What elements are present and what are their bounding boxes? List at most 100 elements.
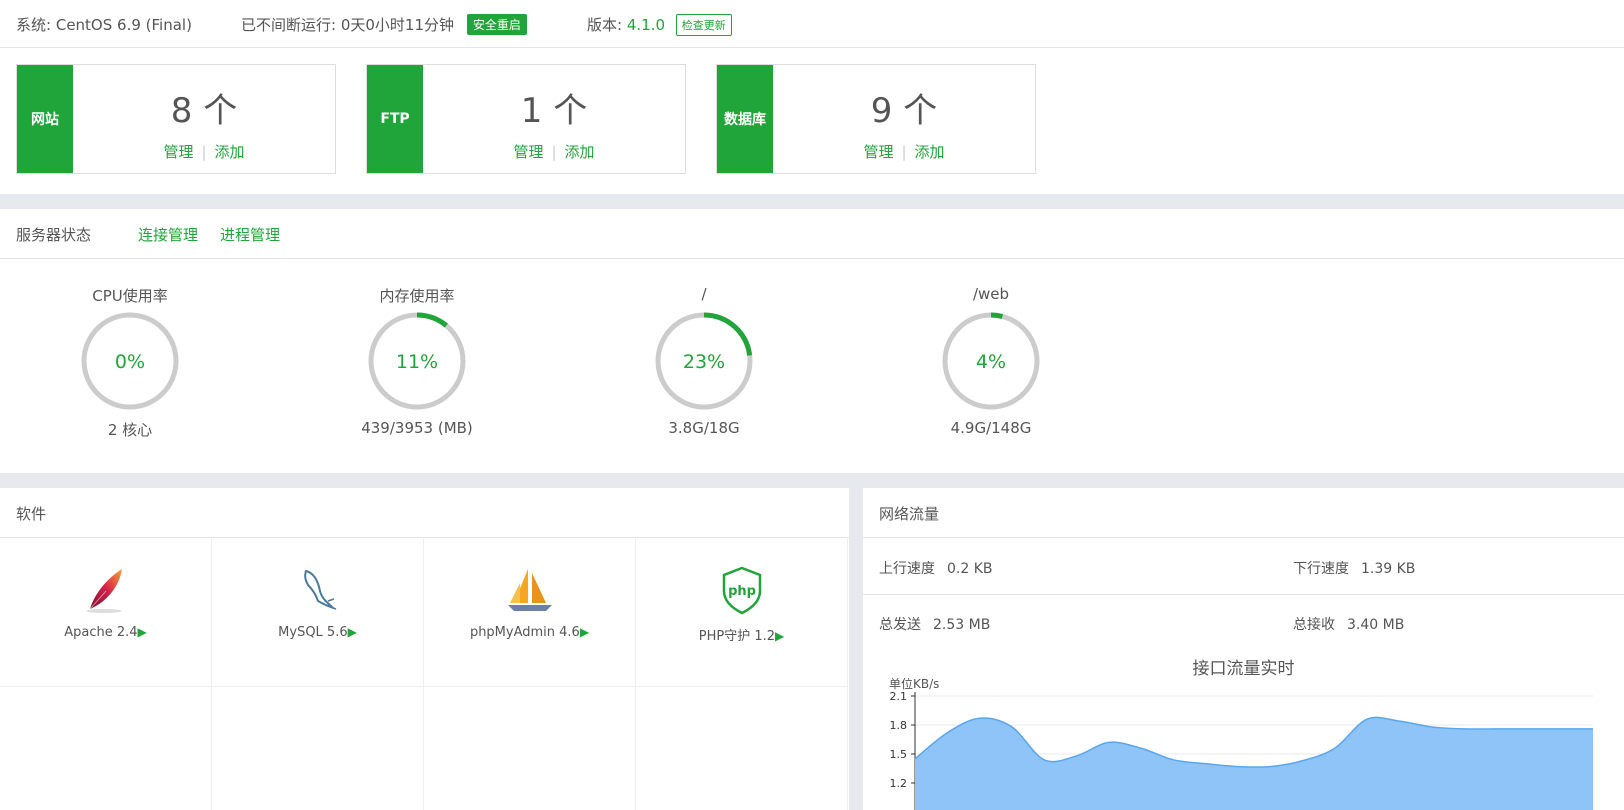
stat-count: 9 个 [870, 91, 938, 131]
system-label: 系统: [16, 16, 52, 34]
play-arrow-icon: ▶ [775, 629, 785, 643]
network-speed-row: 上行速度 0.2 KB 下行速度 1.39 KB [863, 539, 1624, 595]
software-item-apache[interactable]: Apache 2.4▶ [0, 539, 212, 687]
gauge-ring: 11% [368, 312, 466, 410]
disk-root-gauge: / 23% 3.8G/18G [614, 285, 794, 437]
uptime-info: 已不间断运行: 0天0小时11分钟 安全重启 [241, 14, 527, 35]
stat-card-website: 网站 8 个 管理 | 添加 [16, 64, 336, 174]
cpu-gauge: CPU使用率 0% 2 核心 [40, 285, 220, 440]
total-sent-value: 2.53 MB [933, 617, 991, 633]
add-website-link[interactable]: 添加 [215, 143, 245, 161]
gauge-ring: 23% [655, 312, 753, 410]
stat-panel: 网站 8 个 管理 | 添加 FTP 1 个 管理 | 添加 数据库 9 个 管理 | 添加 [0, 48, 1624, 194]
stat-count: 1 个 [520, 91, 588, 131]
system-info-bar: 系统: CentOS 6.9 (Final) 已不间断运行: 0天0小时11分钟… [0, 0, 1624, 48]
play-arrow-icon: ▶ [579, 625, 590, 639]
traffic-chart: 单位KB/s1.21.51.82.1 [889, 678, 1593, 810]
total-sent: 总发送 2.53 MB [879, 617, 991, 633]
play-arrow-icon: ▶ [137, 625, 147, 639]
software-header: 软件 [0, 488, 849, 538]
software-panel: 软件 Apache 2.4▶ MySQL 5.6▶ phpMyAdmin 4.6… [0, 488, 849, 810]
stat-card-ftp: FTP 1 个 管理 | 添加 [366, 64, 686, 174]
gauge-value: 23% [683, 351, 725, 373]
upload-speed-value: 0.2 KB [947, 561, 993, 577]
network-title: 网络流量 [879, 505, 940, 523]
software-slot-empty [212, 687, 424, 810]
version-label: 版本: [587, 16, 623, 34]
y-tick-label: 2.1 [890, 690, 908, 703]
gauge-ring: 4% [942, 312, 1040, 410]
stat-links: 管理 | 添加 [423, 141, 685, 162]
stat-count: 8 个 [170, 91, 238, 131]
gauge-value: 4% [976, 351, 1006, 373]
upload-speed: 上行速度 0.2 KB [879, 561, 993, 577]
network-total-row: 总发送 2.53 MB 总接收 3.40 MB [863, 595, 1624, 651]
network-panel: 网络流量 上行速度 0.2 KB 下行速度 1.39 KB 总发送 2.53 MB 总… [863, 488, 1624, 810]
gauge-label: / [701, 285, 707, 303]
link-separator: | [901, 143, 907, 161]
software-label: phpMyAdmin 4.6▶ [469, 625, 590, 640]
system-value: CentOS 6.9 (Final) [55, 16, 192, 34]
gauge-value: 11% [396, 351, 438, 373]
software-label: MySQL 5.6▶ [278, 625, 357, 640]
link-separator: | [201, 143, 207, 161]
link-separator: | [551, 143, 557, 161]
version-value: 4.1.0 [626, 16, 666, 34]
manage-website-link[interactable]: 管理 [163, 143, 193, 161]
uptime-value: 0天0小时11分钟 [340, 16, 455, 34]
gauge-label: CPU使用率 [92, 287, 168, 305]
gauge-sub: 4.9G/148G [950, 419, 1032, 437]
software-item-phpmyadmin[interactable]: phpMyAdmin 4.6▶ [424, 539, 636, 687]
download-speed: 下行速度 1.39 KB [1293, 561, 1416, 577]
gauge-sub: 2 核心 [107, 421, 153, 439]
gauge-sub: 439/3953 (MB) [361, 419, 473, 437]
phpmyadmin-sailboat-icon [500, 565, 560, 615]
software-slot-empty [424, 687, 636, 810]
stat-card-label: 网站 [17, 65, 73, 173]
network-header: 网络流量 [863, 488, 1624, 538]
gauge-sub: 3.8G/18G [668, 419, 740, 437]
mysql-dolphin-icon [288, 565, 348, 615]
apache-feather-icon [76, 565, 136, 615]
server-status-title: 服务器状态 [16, 226, 92, 244]
manage-database-link[interactable]: 管理 [863, 143, 893, 161]
software-title: 软件 [16, 505, 47, 523]
software-slot-empty [0, 687, 212, 810]
safe-restart-button[interactable]: 安全重启 [466, 14, 527, 35]
stat-card-label: 数据库 [717, 65, 773, 173]
server-status-panel: 服务器状态 连接管理 进程管理 CPU使用率 0% 2 核心 内存使用率 11%… [0, 209, 1624, 473]
gauge-ring: 0% [81, 312, 179, 410]
stat-card-database: 数据库 9 个 管理 | 添加 [716, 64, 1036, 174]
software-label: Apache 2.4▶ [64, 625, 147, 640]
stat-links: 管理 | 添加 [773, 141, 1035, 162]
gauge-label: /web [972, 285, 1010, 303]
add-ftp-link[interactable]: 添加 [565, 143, 595, 161]
software-label: PHP守护 1.2▶ [698, 629, 785, 644]
manage-ftp-link[interactable]: 管理 [513, 143, 543, 161]
y-tick-label: 1.5 [890, 748, 908, 761]
download-speed-value: 1.39 KB [1361, 561, 1416, 577]
gauge-value: 0% [115, 351, 145, 373]
php-shield-icon: php [712, 565, 772, 615]
total-received: 总接收 3.40 MB [1293, 617, 1405, 633]
uptime-label: 已不间断运行: [241, 16, 337, 34]
y-tick-label: 1.2 [890, 777, 908, 790]
system-info: 系统: CentOS 6.9 (Final) [16, 14, 192, 35]
disk-web-gauge: /web 4% 4.9G/148G [901, 285, 1081, 437]
add-database-link[interactable]: 添加 [915, 143, 945, 161]
software-item-php-guard[interactable]: php PHP守护 1.2▶ [636, 539, 848, 687]
stat-links: 管理 | 添加 [73, 141, 335, 162]
chart-title: 接口流量实时 [1192, 659, 1295, 679]
version-info: 版本: 4.1.0 检查更新 [587, 14, 732, 36]
software-item-mysql[interactable]: MySQL 5.6▶ [212, 539, 424, 687]
check-update-button[interactable]: 检查更新 [675, 14, 732, 36]
server-status-header: 服务器状态 连接管理 进程管理 [0, 209, 1624, 259]
play-arrow-icon: ▶ [347, 625, 357, 639]
total-received-value: 3.40 MB [1347, 617, 1405, 633]
connection-manage-link[interactable]: 连接管理 [138, 224, 198, 245]
gauge-label: 内存使用率 [379, 287, 455, 305]
memory-gauge: 内存使用率 11% 439/3953 (MB) [327, 285, 507, 437]
y-tick-label: 1.8 [890, 719, 908, 732]
process-manage-link[interactable]: 进程管理 [220, 224, 280, 245]
software-slot-empty [636, 687, 848, 810]
